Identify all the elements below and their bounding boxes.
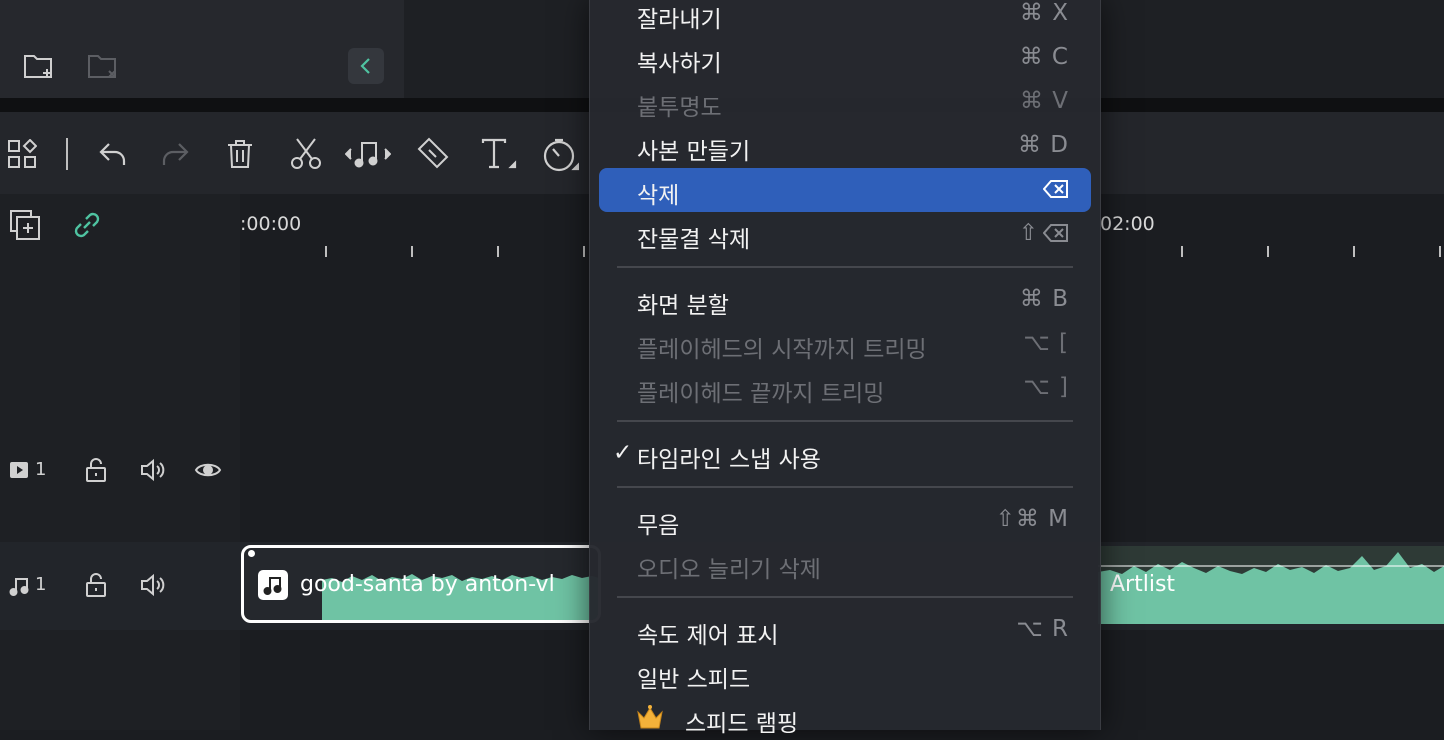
undo-icon[interactable] [96, 138, 130, 170]
audio-track-icon [8, 576, 30, 596]
collapse-panel-button[interactable] [348, 48, 384, 84]
delete-key-icon [1043, 223, 1069, 243]
video-track-icon [8, 460, 30, 480]
ruler-tick [411, 246, 413, 257]
audio-track-number: 1 [35, 574, 47, 595]
checkmark-icon: ✓ [613, 440, 633, 466]
audio-clip[interactable]: good-santa by anton-vl [241, 545, 601, 623]
clip-title: Artlist [1110, 572, 1176, 597]
speaker-icon[interactable] [138, 571, 166, 599]
audio-music-icon[interactable] [344, 136, 392, 172]
redo-icon [158, 138, 192, 170]
ruler-start-label: :00:00 [240, 213, 302, 235]
menu-item-normal-speed[interactable]: 일반 스피드 [599, 652, 1091, 696]
menu-item-duplicate[interactable]: 사본 만들기 ⌘ D [599, 124, 1091, 168]
menu-item-cut[interactable]: 잘라내기 ⌘ X [599, 0, 1091, 36]
menu-item-delete[interactable]: 삭제 [599, 168, 1091, 212]
menu-separator [617, 596, 1073, 598]
link-icon[interactable] [70, 208, 104, 242]
menu-item-split[interactable]: 화면 분할 ⌘ B [599, 278, 1091, 322]
speed-timer-icon[interactable] [540, 136, 580, 174]
tag-marker-icon[interactable] [414, 136, 450, 172]
menu-item-paste: 붙투명도 ⌘ V [637, 88, 1069, 121]
media-panel [0, 0, 404, 98]
delete-key-icon [1043, 179, 1069, 199]
text-icon[interactable] [478, 136, 518, 172]
menu-separator [617, 420, 1073, 422]
speaker-icon[interactable] [138, 456, 166, 484]
menu-item-mute[interactable]: 무음 ⇧⌘ M [599, 498, 1091, 542]
menu-item-speed-ramping[interactable]: 스피드 램핑 [599, 696, 1091, 740]
menu-item-ripple-delete[interactable]: 잔물결 삭제 ⇧ [599, 212, 1091, 256]
clip-handle[interactable] [248, 550, 255, 557]
menu-separator [617, 486, 1073, 488]
audio-clip-continuation[interactable]: Artlist [1098, 546, 1444, 624]
clip-title: good-santa by anton-vl [300, 572, 555, 597]
toolbar-separator [66, 138, 68, 170]
menu-item-show-speed-control[interactable]: 속도 제어 표시 ⌥ R [599, 608, 1091, 652]
menu-item-copy[interactable]: 복사하기 ⌘ C [599, 36, 1091, 80]
context-menu: 잘라내기 ⌘ X 복사하기 ⌘ C 붙투명도 ⌘ V 사본 만들기 ⌘ D 삭제… [589, 0, 1101, 737]
ruler-tick [1439, 246, 1441, 257]
ruler-tick [1353, 246, 1355, 257]
ruler-end-label: 02:00 [1100, 213, 1155, 235]
ruler-tick [1181, 246, 1183, 257]
menu-item-trim-end: 플레이헤드 끝까지 트리밍 ⌥ ] [637, 374, 1069, 407]
lock-icon[interactable] [84, 571, 108, 599]
layout-icon[interactable] [6, 138, 38, 170]
video-track-number: 1 [35, 459, 47, 480]
menu-item-timeline-snap[interactable]: ✓ 타임라인 스냅 사용 [599, 432, 1091, 476]
ruler-tick [497, 246, 499, 257]
eye-icon[interactable] [194, 458, 222, 482]
ruler-tick [1267, 246, 1269, 257]
crown-icon [635, 702, 665, 736]
delete-folder-icon [86, 50, 120, 82]
ruler-tick [325, 246, 327, 257]
menu-item-delete-audio-stretch: 오디오 늘리기 삭제 [637, 557, 821, 583]
new-folder-icon[interactable] [22, 50, 56, 82]
lock-icon[interactable] [84, 456, 108, 484]
trash-icon[interactable] [224, 138, 256, 170]
scissors-icon[interactable] [288, 136, 324, 172]
menu-item-trim-start: 플레이헤드의 시작까지 트리밍 ⌥ [ [637, 330, 1069, 363]
add-track-icon[interactable] [8, 208, 42, 242]
menu-separator [617, 266, 1073, 268]
music-note-icon [258, 570, 288, 600]
ruler-tick [583, 246, 585, 257]
